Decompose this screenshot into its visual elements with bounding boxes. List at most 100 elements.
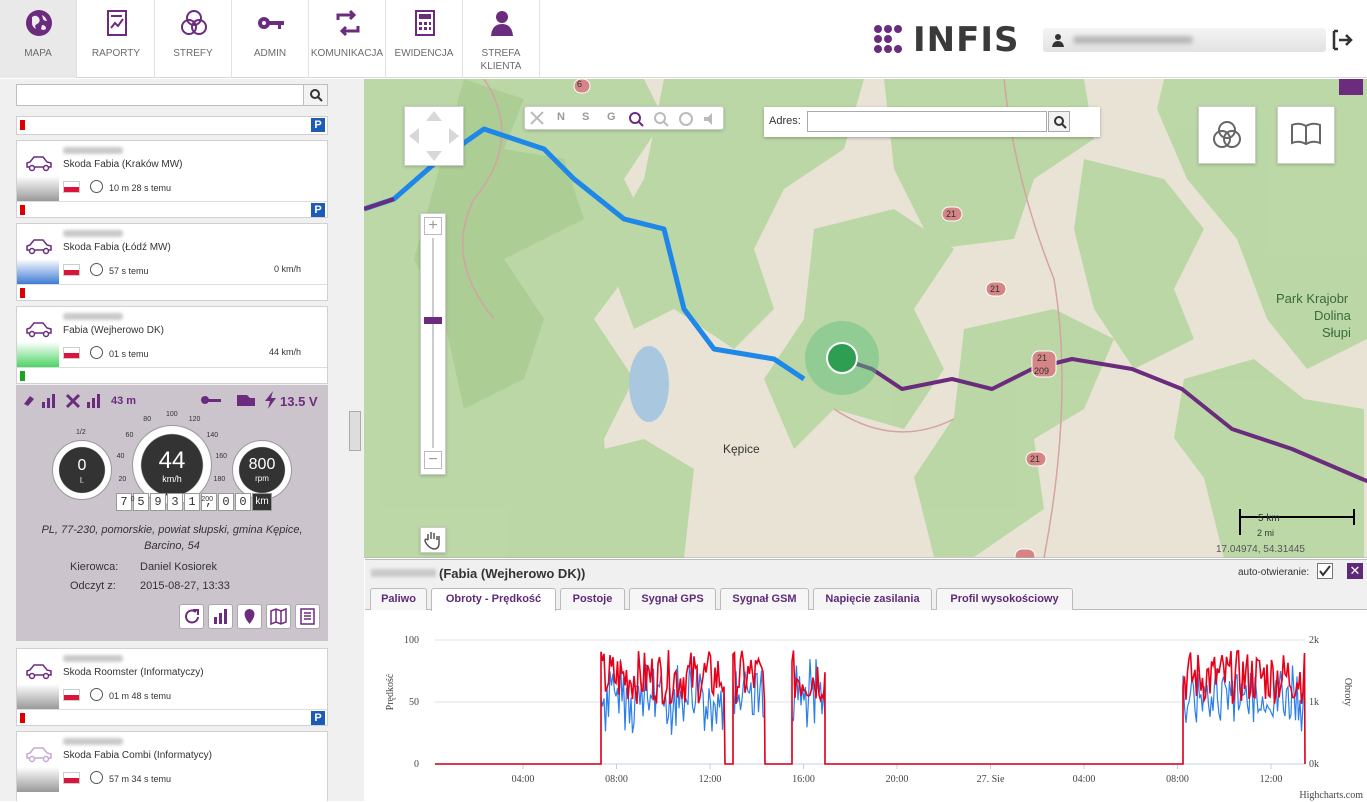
tab-gps[interactable]: Sygnał GPS — [629, 588, 716, 610]
zoom-search-icon[interactable] — [627, 110, 645, 128]
voltage-icon — [265, 391, 276, 409]
logout-icon[interactable] — [1330, 28, 1354, 52]
locate-button[interactable] — [237, 604, 262, 629]
info-zoom-icon[interactable] — [652, 110, 670, 128]
map-view[interactable]: N S G + − Adres: Kępice Park Krajobr Dol… — [364, 79, 1367, 558]
nav-raporty[interactable]: RAPORTY — [78, 0, 155, 78]
last-update: 01 m 48 s temu — [109, 691, 172, 701]
vehicle-card[interactable]: Skoda Fabia Combi (Informatycy) 57 m 34 … — [16, 731, 328, 801]
plate-redacted — [63, 147, 123, 154]
refresh-icon — [185, 609, 199, 624]
tool-north[interactable]: N — [557, 111, 565, 123]
speed-rpm-chart: 0 0k 50 1k 100 2k Prędkość Obroty 04:00 08:00 12:0… — [385, 635, 1363, 801]
fuel-unit: l. — [80, 476, 84, 485]
vehicle-search-input[interactable] — [16, 84, 328, 106]
stats-button[interactable] — [208, 604, 233, 629]
tab-paliwo[interactable]: Paliwo — [370, 588, 427, 610]
x-tick-label: 04:00 — [1073, 774, 1096, 785]
tab-gsm[interactable]: Sygnał GSM — [720, 588, 809, 610]
y-axis-label: Prędkość — [385, 673, 396, 710]
x-tick-label: 16:00 — [792, 774, 815, 785]
poland-flag-icon — [63, 689, 80, 701]
vehicle-card[interactable]: Skoda Fabia (Kraków MW) 10 m 28 s temu P — [16, 140, 328, 218]
fullscreen-icon[interactable] — [528, 109, 546, 127]
zones-layer-button[interactable] — [1198, 106, 1256, 164]
scale-mi: 2 mi — [1257, 528, 1275, 538]
address-input[interactable] — [807, 111, 1047, 132]
search-icon — [1054, 116, 1067, 129]
vehicle-card[interactable]: Skoda Fabia (Łódź MW) 57 s temu 0 km/h — [16, 223, 328, 301]
scrollbar-thumb[interactable] — [349, 411, 361, 451]
nav-strefy[interactable]: STREFY — [155, 0, 232, 78]
nav-komunikacja[interactable]: KOMUNIKACJA — [309, 0, 386, 78]
odometer-digit: 9 — [150, 493, 166, 511]
vehicle-card-partial[interactable]: P — [16, 116, 328, 135]
clock-icon — [90, 688, 103, 701]
map-layer-button[interactable] — [1277, 106, 1335, 164]
x-tick-label: 04:00 — [512, 774, 535, 785]
odometer-unit: km — [252, 493, 272, 511]
road-label: 21 — [1037, 353, 1048, 363]
speed-tick: 40 — [116, 453, 125, 461]
search-icon — [310, 89, 323, 102]
tab-profil[interactable]: Profil wysokościowy — [936, 588, 1073, 610]
logo-text: INFIS — [913, 20, 1020, 60]
status-stripe — [17, 176, 59, 201]
poland-flag-icon — [63, 772, 80, 784]
clock-icon — [90, 180, 103, 193]
park-label: Dolina — [1314, 308, 1351, 323]
tab-postoje[interactable]: Postoje — [560, 588, 625, 610]
tool-google[interactable]: G — [607, 111, 616, 123]
vehicle-search-button[interactable] — [303, 84, 328, 106]
zoom-out-button[interactable]: − — [424, 451, 442, 469]
tool-south[interactable]: S — [582, 111, 589, 123]
speed-tick: 80 — [143, 416, 152, 424]
nav-ewidencja[interactable]: EWIDENCJA — [386, 0, 463, 78]
pan-control[interactable] — [404, 106, 464, 166]
panel-title: (Fabia (Wejherowo DK)) — [439, 566, 586, 581]
clock-icon — [90, 263, 103, 276]
address-search: Adres: — [764, 107, 1100, 137]
sound-icon[interactable] — [701, 110, 719, 128]
vehicle-card[interactable]: Skoda Roomster (Informatyczy) 01 m 48 s … — [16, 648, 328, 726]
address-search-button[interactable] — [1048, 111, 1070, 132]
vehicle-name: Skoda Roomster (Informatyczy) — [63, 667, 204, 678]
auto-open-checkbox[interactable] — [1317, 563, 1333, 579]
zoom-slider-handle[interactable] — [424, 317, 442, 324]
road-label: 209 — [1034, 366, 1050, 376]
messages-icon[interactable] — [1339, 79, 1363, 95]
vehicle-name: Fabia (Wejherowo DK) — [63, 325, 164, 336]
address-line: Barcino, 54 — [144, 540, 200, 552]
tab-napiecie[interactable]: Napięcie zasilania — [813, 588, 932, 610]
odometer-digit: 7 — [116, 493, 132, 511]
odometer-digit: 1 — [184, 493, 200, 511]
fuel-value: 0 — [77, 457, 87, 474]
map-icon — [270, 607, 287, 626]
odometer-digit: 0 — [218, 493, 234, 511]
vehicle-card-selected[interactable]: Fabia (Wejherowo DK) 01 s temu 44 km/h — [16, 306, 328, 384]
odometer-digit: 5 — [133, 493, 149, 511]
pan-tool-button[interactable] — [420, 527, 446, 553]
refresh-button[interactable] — [179, 604, 204, 629]
map-button[interactable] — [266, 604, 291, 629]
last-update: 57 s temu — [109, 266, 149, 276]
nav-mapa[interactable]: MAPA — [0, 0, 77, 78]
nav-strefa-klienta[interactable]: STREFA KLIENTA — [463, 0, 540, 78]
sidebar-scrollbar[interactable] — [347, 115, 363, 801]
nav-admin[interactable]: ADMIN — [232, 0, 309, 78]
x-tick-label: 20:00 — [886, 774, 909, 785]
compass-icon[interactable] — [677, 110, 695, 128]
list-button[interactable] — [295, 604, 320, 629]
tab-obroty-predkosc[interactable]: Obroty - Prędkość — [431, 588, 556, 611]
odometer-digit: 0 — [235, 493, 251, 511]
last-update: 10 m 28 s temu — [109, 183, 172, 193]
close-panel-button[interactable]: ✕ — [1347, 563, 1363, 579]
supply-voltage: 13.5 V — [280, 394, 318, 409]
zoom-in-button[interactable]: + — [424, 217, 442, 235]
vehicle-name: Skoda Fabia (Łódź MW) — [63, 242, 171, 253]
nav-label: STREFA KLIENTA — [480, 48, 522, 72]
zoom-track — [432, 238, 434, 448]
status-stripe — [17, 684, 59, 709]
user-box[interactable] — [1043, 28, 1326, 52]
altitude: 43 m — [111, 395, 137, 407]
